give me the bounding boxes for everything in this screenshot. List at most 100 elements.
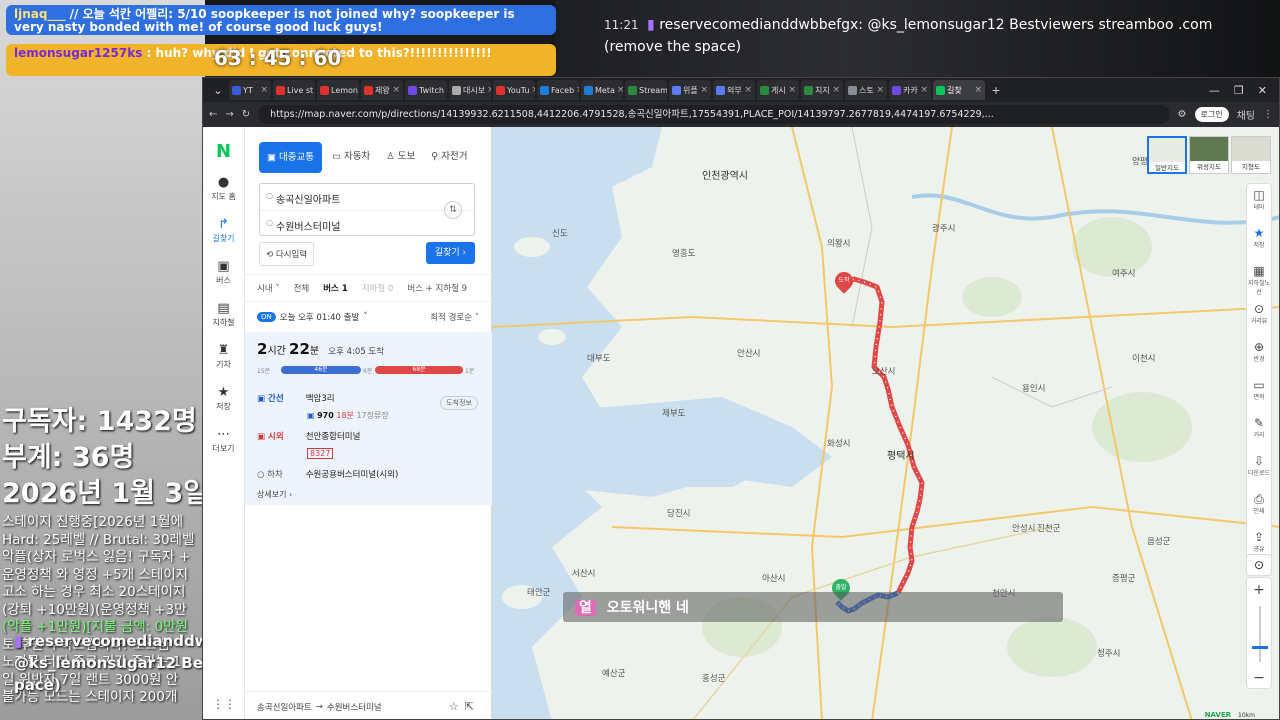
browser-tab[interactable]: 제왕 × (361, 80, 403, 100)
map-place-label[interactable]: 제부도 (662, 407, 685, 419)
route-result-card[interactable]: 2시간 22분 오후 4:05 도착 15분 46분 6분 68분 1분 ▣ 간… (245, 332, 492, 505)
tab-close-icon[interactable]: × (617, 85, 623, 95)
map-place-label[interactable]: 음성군 (1147, 535, 1170, 547)
browser-tab[interactable]: 길찾 × (933, 80, 985, 100)
forward-icon[interactable]: → (225, 109, 233, 120)
map-place-label[interactable]: 광주시 (932, 222, 955, 234)
menu-icon[interactable]: ⋮ (1263, 109, 1273, 120)
browser-tab[interactable]: Lemon× (317, 80, 359, 100)
details-link[interactable]: 상세보기 › (257, 489, 292, 500)
zoom-slider[interactable] (1247, 602, 1271, 666)
nav-item[interactable]: ↱ 길찾기 (203, 213, 244, 255)
bus-number[interactable]: 8327 (307, 448, 334, 459)
naver-logo[interactable]: N (203, 141, 244, 171)
sort-dropdown[interactable]: 최적 경로순 ˅ (430, 311, 479, 323)
map-type-terrain[interactable]: 지형도 (1231, 136, 1271, 174)
apps-icon[interactable]: ⋮⋮ (203, 697, 245, 711)
chat-profile-button[interactable]: 채팅 (1237, 107, 1255, 122)
bus-number[interactable]: 970 (317, 411, 334, 420)
map-place-label[interactable]: 여주시 (1112, 267, 1135, 279)
map-place-label[interactable]: 오산시 (872, 365, 895, 377)
map-place-label[interactable]: 용인시 (1022, 382, 1045, 394)
zoom-handle[interactable] (1252, 646, 1268, 649)
tab-close-icon[interactable]: × (260, 85, 268, 95)
chevron-down-icon[interactable]: ˅ (363, 312, 367, 322)
tab-close-icon[interactable]: × (920, 85, 928, 95)
nav-item[interactable]: ★ 저장 (203, 381, 244, 423)
reset-button[interactable]: ⟲ 다시입력 (259, 242, 315, 266)
browser-tab[interactable]: Live st× (273, 80, 315, 100)
browser-tab[interactable]: 스토 × (845, 80, 887, 100)
swap-icon[interactable]: ⇅ (444, 201, 462, 219)
browser-tab[interactable]: Twitch× (405, 80, 447, 100)
map-tool-button[interactable]: ▭ 면적 (1247, 374, 1271, 412)
new-tab-button[interactable]: + (987, 84, 1005, 97)
tab-close-icon[interactable]: × (876, 85, 884, 95)
map-tool-button[interactable]: ⊙ 거리뷰 (1247, 298, 1271, 336)
destination-field[interactable]: 수원버스터미널 (260, 210, 474, 236)
map-place-label[interactable]: 이천시 (1132, 352, 1155, 364)
reload-icon[interactable]: ↻ (242, 109, 250, 120)
close-icon[interactable]: ✕ (1258, 84, 1267, 97)
tab-close-icon[interactable]: × (576, 85, 579, 95)
back-icon[interactable]: ← (209, 109, 217, 120)
browser-tab[interactable]: Stream× (625, 80, 667, 100)
filter-bus[interactable]: 버스 1 (323, 282, 348, 294)
minimize-icon[interactable]: — (1209, 84, 1220, 97)
mode-walk-tab[interactable]: ♙ 도보 (380, 142, 421, 173)
my-location-icon[interactable]: ⊙ (1246, 554, 1272, 576)
map-tool-button[interactable]: ⎙ 인쇄 (1247, 488, 1271, 526)
browser-tab[interactable]: YT × (229, 80, 271, 100)
nav-item[interactable]: ● 지도 홈 (203, 171, 244, 213)
browser-tab[interactable]: 카카 × (889, 80, 931, 100)
login-button[interactable]: 로그인 (1194, 107, 1229, 122)
nav-item[interactable]: ♜ 기차 (203, 339, 244, 381)
tab-close-icon[interactable]: × (744, 85, 752, 95)
origin-field[interactable]: 송곡신일아파트 (260, 184, 474, 210)
map-place-label[interactable]: 서산시 (572, 567, 595, 579)
star-icon[interactable]: ☆ (449, 700, 465, 713)
find-route-button[interactable]: 길찾기 › (426, 242, 475, 264)
browser-tab[interactable]: Meta× (581, 80, 623, 100)
map-tool-button[interactable]: ✎ 거리 (1247, 412, 1271, 450)
map-tool-button[interactable]: ▦ 지하철노선 (1247, 260, 1271, 298)
nav-item[interactable]: ⋯ 더보기 (203, 423, 244, 465)
nav-item[interactable]: ▣ 버스 (203, 255, 244, 297)
tab-close-icon[interactable]: × (974, 85, 982, 95)
browser-tab[interactable]: 치지 × (801, 80, 843, 100)
tab-list-icon[interactable]: ⌄ (209, 84, 227, 97)
map-tool-button[interactable]: ★ 저장 (1247, 222, 1271, 260)
depart-toggle[interactable]: ON (257, 312, 276, 322)
map-place-label[interactable]: 대부도 (587, 352, 610, 364)
leg-stop[interactable]: 수원공용버스터미널(시외) (306, 470, 399, 480)
map-place-label[interactable]: 증평군 (1112, 572, 1135, 584)
browser-tab[interactable]: YouTu× (493, 80, 535, 100)
map-place-label[interactable]: 신도 (552, 227, 568, 239)
map-place-label[interactable]: 안산시 (737, 347, 760, 359)
browser-tab[interactable]: 대시보× (449, 80, 491, 100)
mode-car-tab[interactable]: ▭ 자동차 (326, 142, 376, 173)
leg-stop[interactable]: 백암3리 (306, 394, 335, 404)
browser-tab[interactable]: 외부 × (713, 80, 755, 100)
map-tool-button[interactable]: ⊕ 반경 (1247, 336, 1271, 374)
map-type-normal[interactable]: 일반지도 (1147, 136, 1187, 174)
map-place-label[interactable]: 당진시 (667, 507, 690, 519)
mode-bike-tab[interactable]: ⚲ 자전거 (425, 142, 473, 173)
tab-close-icon[interactable]: × (392, 85, 400, 95)
map-tool-button[interactable]: ◫ 테마 (1247, 184, 1271, 222)
tab-close-icon[interactable]: × (532, 85, 535, 95)
mode-transit-tab[interactable]: ▣ 대중교통 (259, 142, 322, 173)
filter-subway[interactable]: 지하철 0 (362, 282, 394, 294)
nav-item[interactable]: ▤ 지하철 (203, 297, 244, 339)
browser-tab[interactable]: 게시 × (757, 80, 799, 100)
depart-time[interactable]: 오늘 오후 01:40 출발 (280, 311, 360, 323)
browser-tab[interactable]: 위플 × (669, 80, 711, 100)
zoom-out-button[interactable]: − (1247, 666, 1271, 690)
map-tool-button[interactable]: ⇩ 다운로드 (1247, 450, 1271, 488)
map-place-label[interactable]: 태안군 (527, 586, 550, 598)
map-place-label[interactable]: 인천광역시 (702, 167, 748, 182)
map-type-satellite[interactable]: 위성지도 (1189, 136, 1229, 174)
map-place-label[interactable]: 화성시 (827, 437, 850, 449)
map-place-label[interactable]: 청주시 (1097, 647, 1120, 659)
destination-pin-icon[interactable]: 도착 (831, 268, 857, 294)
